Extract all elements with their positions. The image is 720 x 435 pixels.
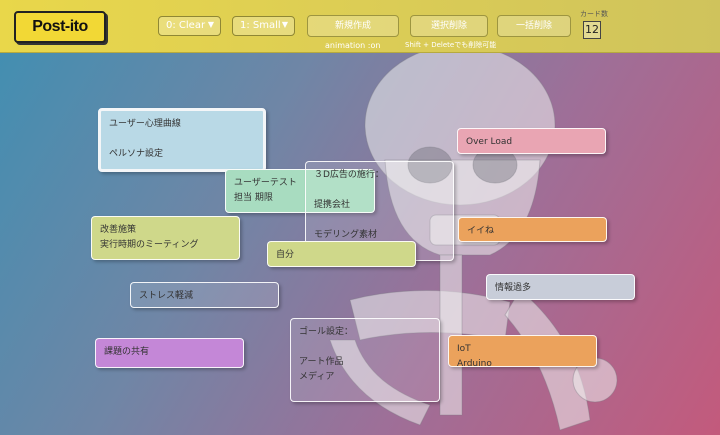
card-count-value: 12: [583, 21, 601, 39]
delete-all-button[interactable]: 一括削除: [497, 15, 571, 37]
chevron-down-icon: ▼: [281, 20, 288, 29]
new-card-button[interactable]: 新規作成: [307, 15, 399, 37]
card-iot[interactable]: IoT Arduino: [448, 335, 597, 369]
delete-hint: Shift + Deleteでも削除可能: [405, 41, 497, 49]
card-persona[interactable]: ユーザー心理曲線 ペルソナ設定: [98, 108, 266, 172]
card-stress[interactable]: ストレス軽減: [130, 282, 279, 308]
size-select-value: 1: Small: [240, 20, 281, 31]
toolbar: Post-ito 0: Clear ▼ 1: Small ▼ 新規作成 anim…: [0, 0, 720, 53]
chevron-down-icon: ▼: [207, 20, 214, 29]
post-ito-logo: Post-ito: [14, 11, 106, 43]
card-over-load[interactable]: Over Load: [457, 128, 606, 154]
card-count-label: カード数: [580, 10, 608, 18]
delete-selected-button[interactable]: 選択削除: [410, 15, 488, 37]
color-select-value: 0: Clear: [166, 20, 206, 31]
color-select[interactable]: 0: Clear ▼: [158, 16, 221, 36]
animation-status: animation :on: [325, 41, 381, 50]
card-improvement[interactable]: 改善施策 実行時期のミーティング: [91, 216, 240, 260]
card-like[interactable]: イイね: [458, 217, 607, 242]
card-goal[interactable]: ゴール設定： アート作品 メディア: [290, 318, 440, 402]
size-select[interactable]: 1: Small ▼: [232, 16, 295, 36]
card-self[interactable]: 自分: [267, 241, 416, 267]
card-share-issues[interactable]: 課題の共有: [95, 338, 244, 368]
card-info-overload[interactable]: 情報過多: [486, 274, 635, 300]
